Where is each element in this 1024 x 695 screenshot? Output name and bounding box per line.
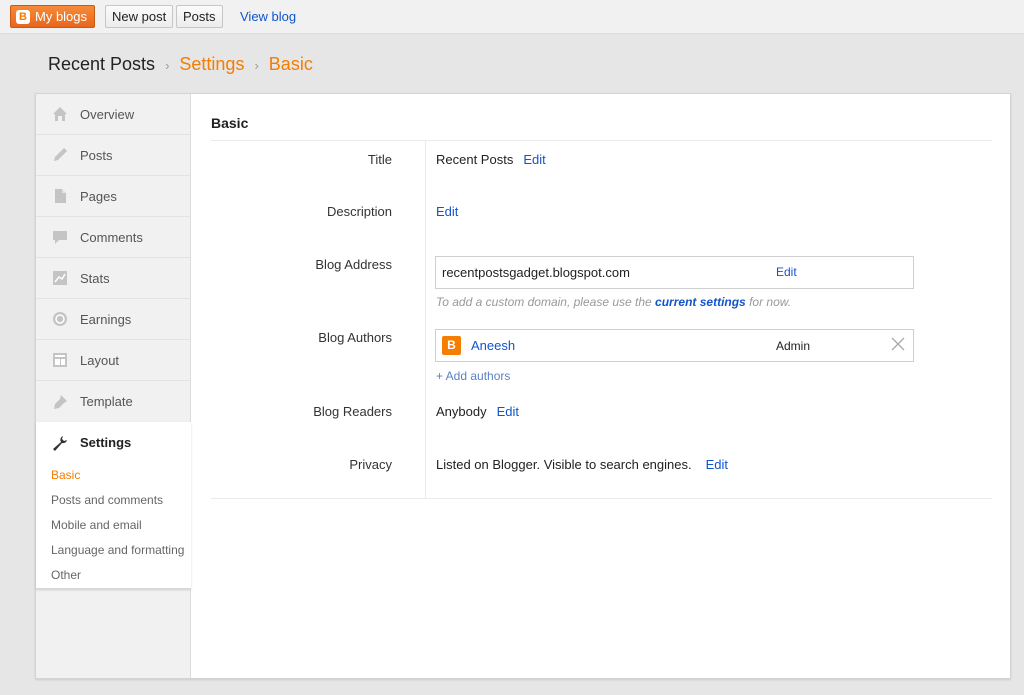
sidebar-item-overview[interactable]: Overview	[36, 94, 190, 135]
blog-authors-label: Blog Authors	[318, 330, 392, 345]
settings-header[interactable]: Settings	[36, 422, 191, 463]
privacy-value: Listed on Blogger. Visible to search eng…	[436, 457, 692, 472]
my-blogs-label: My blogs	[35, 9, 88, 24]
page-icon	[51, 187, 69, 205]
breadcrumb-blog-name[interactable]: Recent Posts	[48, 54, 155, 75]
column-divider	[425, 141, 426, 498]
blog-readers-value: Anybody	[436, 404, 487, 419]
title-label: Title	[367, 152, 392, 167]
home-icon	[51, 105, 69, 123]
blogger-icon: B	[16, 9, 30, 24]
my-blogs-button[interactable]: B My blogs	[10, 5, 96, 28]
blog-readers-row: Anybody Edit	[436, 404, 519, 419]
sidebar-item-comments[interactable]: Comments	[36, 217, 190, 258]
breadcrumb-page: Basic	[268, 54, 313, 74]
settings-content: Basic Title Recent Posts Edit Description…	[211, 94, 992, 678]
blogger-avatar-icon: B	[442, 336, 461, 355]
blog-address-box: recentpostsgadget.blogspot.com Edit	[435, 256, 914, 289]
hint-suffix: for now.	[749, 295, 792, 309]
sidebar-item-label: Earnings	[80, 311, 132, 327]
title-edit-link[interactable]: Edit	[523, 152, 545, 167]
sidebar-item-label: Stats	[80, 270, 110, 286]
settings-sub-basic[interactable]: Basic	[36, 463, 191, 488]
main-panel: Overview Posts Pages Comments Stats Earn…	[35, 93, 1011, 679]
privacy-label: Privacy	[349, 457, 392, 472]
breadcrumb-separator: ›	[165, 58, 170, 73]
blog-address-edit-link[interactable]: Edit	[776, 265, 797, 279]
author-role: Admin	[776, 339, 811, 353]
layout-icon	[51, 351, 69, 369]
sidebar: Overview Posts Pages Comments Stats Earn…	[36, 94, 191, 678]
sidebar-item-label: Layout	[80, 352, 120, 368]
settings-sub-posts-comments[interactable]: Posts and comments	[36, 488, 191, 513]
pencil-icon	[51, 146, 69, 164]
settings-sub-language[interactable]: Language and formatting	[36, 538, 191, 563]
sidebar-item-settings: Settings Basic Posts and comments Mobile…	[36, 422, 191, 589]
stats-icon	[51, 269, 69, 287]
sidebar-item-pages[interactable]: Pages	[36, 176, 190, 217]
settings-sub-mobile-email[interactable]: Mobile and email	[36, 513, 191, 538]
template-icon	[51, 393, 69, 411]
title-value: Recent Posts	[436, 152, 514, 167]
settings-sub-other[interactable]: Other	[36, 563, 191, 588]
description-row: Edit	[436, 204, 458, 219]
sidebar-item-label: Posts	[80, 147, 113, 163]
view-blog-link[interactable]: View blog	[240, 9, 296, 24]
sidebar-item-template[interactable]: Template	[36, 381, 190, 422]
sidebar-item-layout[interactable]: Layout	[36, 340, 190, 381]
comment-icon	[51, 228, 69, 246]
divider	[211, 498, 992, 499]
sidebar-item-stats[interactable]: Stats	[36, 258, 190, 299]
top-bar: B My blogs New post Posts View blog	[0, 0, 1024, 34]
divider	[211, 140, 992, 141]
sidebar-item-label: Overview	[80, 106, 135, 122]
sidebar-item-label: Comments	[80, 229, 143, 245]
sidebar-item-posts[interactable]: Posts	[36, 135, 190, 176]
blog-readers-label: Blog Readers	[313, 404, 392, 419]
breadcrumb: Recent Posts › Settings › Basic	[48, 54, 313, 75]
blog-address-label: Blog Address	[315, 257, 392, 272]
earnings-icon	[51, 310, 69, 328]
sidebar-item-label: Settings	[80, 435, 132, 450]
sidebar-item-label: Template	[80, 394, 133, 409]
wrench-icon	[51, 434, 69, 452]
new-post-button[interactable]: New post	[105, 5, 174, 28]
title-row: Recent Posts Edit	[436, 152, 546, 167]
author-row: B Aneesh Admin	[435, 329, 914, 362]
description-edit-link[interactable]: Edit	[436, 204, 458, 219]
privacy-edit-link[interactable]: Edit	[706, 457, 728, 472]
add-authors-link[interactable]: + Add authors	[436, 369, 510, 383]
sidebar-item-label: Pages	[80, 188, 117, 204]
posts-button[interactable]: Posts	[176, 5, 223, 28]
current-settings-link[interactable]: current settings	[655, 295, 746, 309]
section-title: Basic	[211, 115, 249, 131]
remove-author-icon[interactable]	[890, 336, 906, 355]
breadcrumb-separator: ›	[254, 58, 259, 73]
sidebar-item-earnings[interactable]: Earnings	[36, 299, 190, 340]
blog-address-value: recentpostsgadget.blogspot.com	[442, 265, 630, 280]
privacy-row: Listed on Blogger. Visible to search eng…	[436, 457, 728, 472]
hint-prefix: To add a custom domain, please use the	[436, 295, 652, 309]
custom-domain-hint: To add a custom domain, please use the c…	[436, 295, 791, 309]
author-name-link[interactable]: Aneesh	[471, 338, 515, 353]
breadcrumb-section[interactable]: Settings	[179, 54, 244, 75]
description-label: Description	[326, 204, 392, 219]
blog-readers-edit-link[interactable]: Edit	[497, 404, 519, 419]
